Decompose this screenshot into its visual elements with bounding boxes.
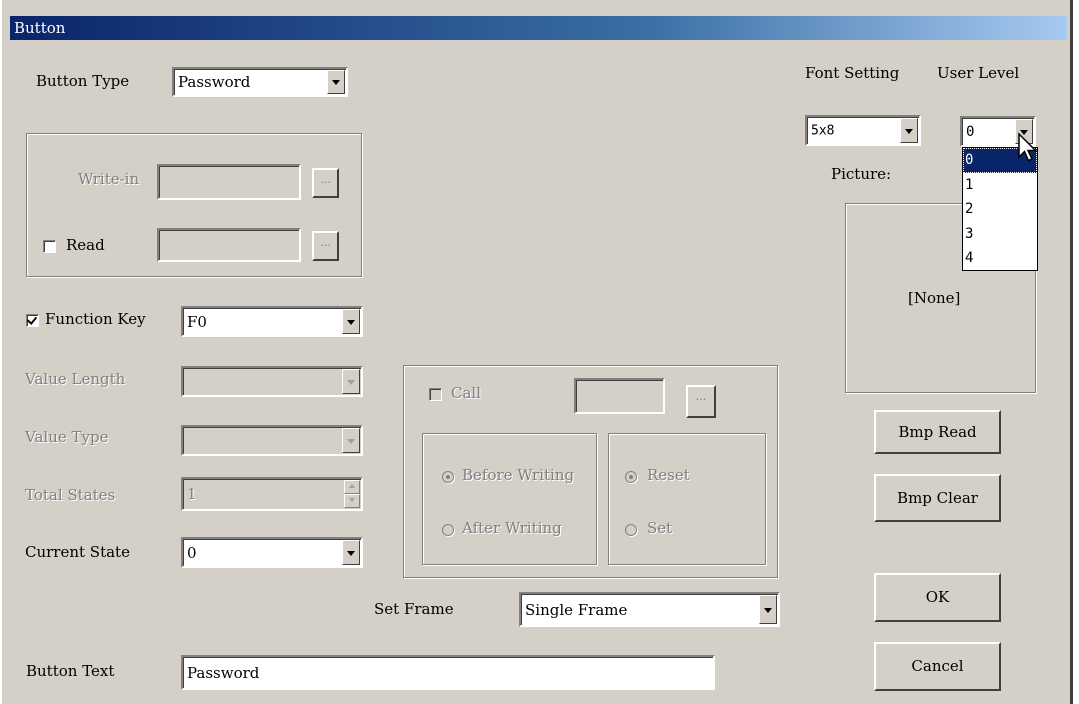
chevron-down-icon[interactable]	[342, 369, 360, 394]
font-setting-value: 5x8	[811, 123, 835, 138]
window-title: Button	[14, 19, 66, 37]
read-label: Read	[66, 236, 105, 254]
button-text-field[interactable]: Password	[181, 655, 715, 690]
before-writing-label: Before Writing	[462, 466, 575, 484]
current-state-select[interactable]: 0	[181, 537, 363, 568]
spin-up-icon[interactable]	[344, 480, 360, 494]
button-type-label: Button Type	[36, 72, 130, 90]
title-bar: Button	[10, 16, 1067, 40]
button-type-select[interactable]: Password	[172, 67, 348, 97]
cancel-label: Cancel	[911, 657, 964, 675]
call-action-groupbox	[608, 433, 766, 565]
before-writing-radio[interactable]	[442, 471, 454, 483]
bmp-clear-label: Bmp Clear	[897, 489, 978, 507]
after-writing-radio[interactable]	[442, 524, 454, 536]
chevron-down-icon[interactable]	[342, 540, 360, 565]
ok-button[interactable]: OK	[874, 573, 1001, 622]
call-field[interactable]	[574, 378, 665, 414]
bmp-read-button[interactable]: Bmp Read	[874, 410, 1001, 454]
read-browse-button[interactable]: ...	[312, 231, 339, 261]
set-label: Set	[647, 519, 673, 537]
radio-dot-icon	[446, 475, 450, 479]
user-level-label: User Level	[937, 64, 1020, 82]
call-checkbox[interactable]	[429, 388, 442, 401]
write-in-field[interactable]	[157, 164, 301, 200]
button-text-value: Password	[187, 663, 260, 682]
set-frame-label: Set Frame	[374, 600, 454, 618]
read-checkbox[interactable]	[43, 240, 56, 253]
chevron-down-icon[interactable]	[759, 595, 777, 624]
reset-radio[interactable]	[625, 471, 637, 483]
total-states-spinner[interactable]: 1	[181, 477, 363, 511]
font-setting-label: Font Setting	[805, 64, 900, 82]
button-dialog: Button Button Type Password Write-in ...…	[0, 0, 1073, 704]
user-level-option[interactable]: 4	[963, 246, 1037, 271]
call-browse-button[interactable]: ...	[686, 385, 716, 418]
total-states-label: Total States	[25, 486, 116, 504]
user-level-option[interactable]: 3	[963, 222, 1037, 247]
user-level-option[interactable]: 1	[963, 173, 1037, 198]
function-key-value: F0	[187, 312, 207, 331]
value-type-label: Value Type	[25, 428, 109, 446]
checkmark-icon	[26, 314, 38, 325]
current-state-label: Current State	[25, 543, 130, 561]
button-text-label: Button Text	[26, 662, 115, 680]
cancel-button[interactable]: Cancel	[874, 642, 1001, 691]
radio-dot-icon	[629, 475, 633, 479]
after-writing-label: After Writing	[462, 519, 562, 537]
bmp-clear-button[interactable]: Bmp Clear	[874, 474, 1001, 522]
chevron-down-icon[interactable]	[900, 118, 918, 143]
picture-value: [None]	[908, 289, 961, 307]
user-level-option[interactable]: 2	[963, 197, 1037, 222]
function-key-label: Function Key	[45, 310, 146, 328]
total-states-value: 1	[187, 485, 197, 503]
ok-label: OK	[925, 588, 950, 606]
set-frame-value: Single Frame	[525, 600, 628, 619]
picture-label: Picture:	[831, 165, 892, 183]
value-type-select[interactable]	[181, 425, 363, 456]
font-setting-select[interactable]: 5x8	[805, 115, 921, 146]
bmp-read-label: Bmp Read	[898, 423, 977, 441]
function-key-select[interactable]: F0	[181, 306, 363, 337]
chevron-down-icon[interactable]	[342, 309, 360, 334]
call-browse-label: ...	[695, 390, 707, 403]
user-level-dropdown-list[interactable]: 0 1 2 3 4	[962, 147, 1038, 271]
user-level-value: 0	[966, 123, 975, 140]
read-field[interactable]	[157, 228, 301, 262]
write-in-label: Write-in	[78, 170, 140, 188]
call-label: Call	[451, 384, 482, 402]
function-key-checkbox[interactable]	[26, 314, 39, 327]
button-type-value: Password	[178, 73, 251, 91]
chevron-down-icon[interactable]	[342, 428, 360, 453]
spinner-arrows[interactable]	[344, 480, 360, 508]
set-radio[interactable]	[625, 524, 637, 536]
write-in-browse-button[interactable]: ...	[312, 168, 339, 198]
reset-label: Reset	[647, 466, 690, 484]
value-length-select[interactable]	[181, 366, 363, 397]
value-length-label: Value Length	[25, 370, 126, 388]
call-timing-groupbox	[422, 433, 597, 565]
mouse-cursor-icon	[1018, 132, 1038, 162]
write-in-browse-label: ...	[320, 173, 331, 186]
spin-down-icon[interactable]	[344, 494, 360, 508]
read-browse-label: ...	[320, 236, 331, 249]
set-frame-select[interactable]: Single Frame	[519, 592, 780, 627]
current-state-value: 0	[187, 543, 197, 562]
chevron-down-icon[interactable]	[327, 70, 345, 94]
